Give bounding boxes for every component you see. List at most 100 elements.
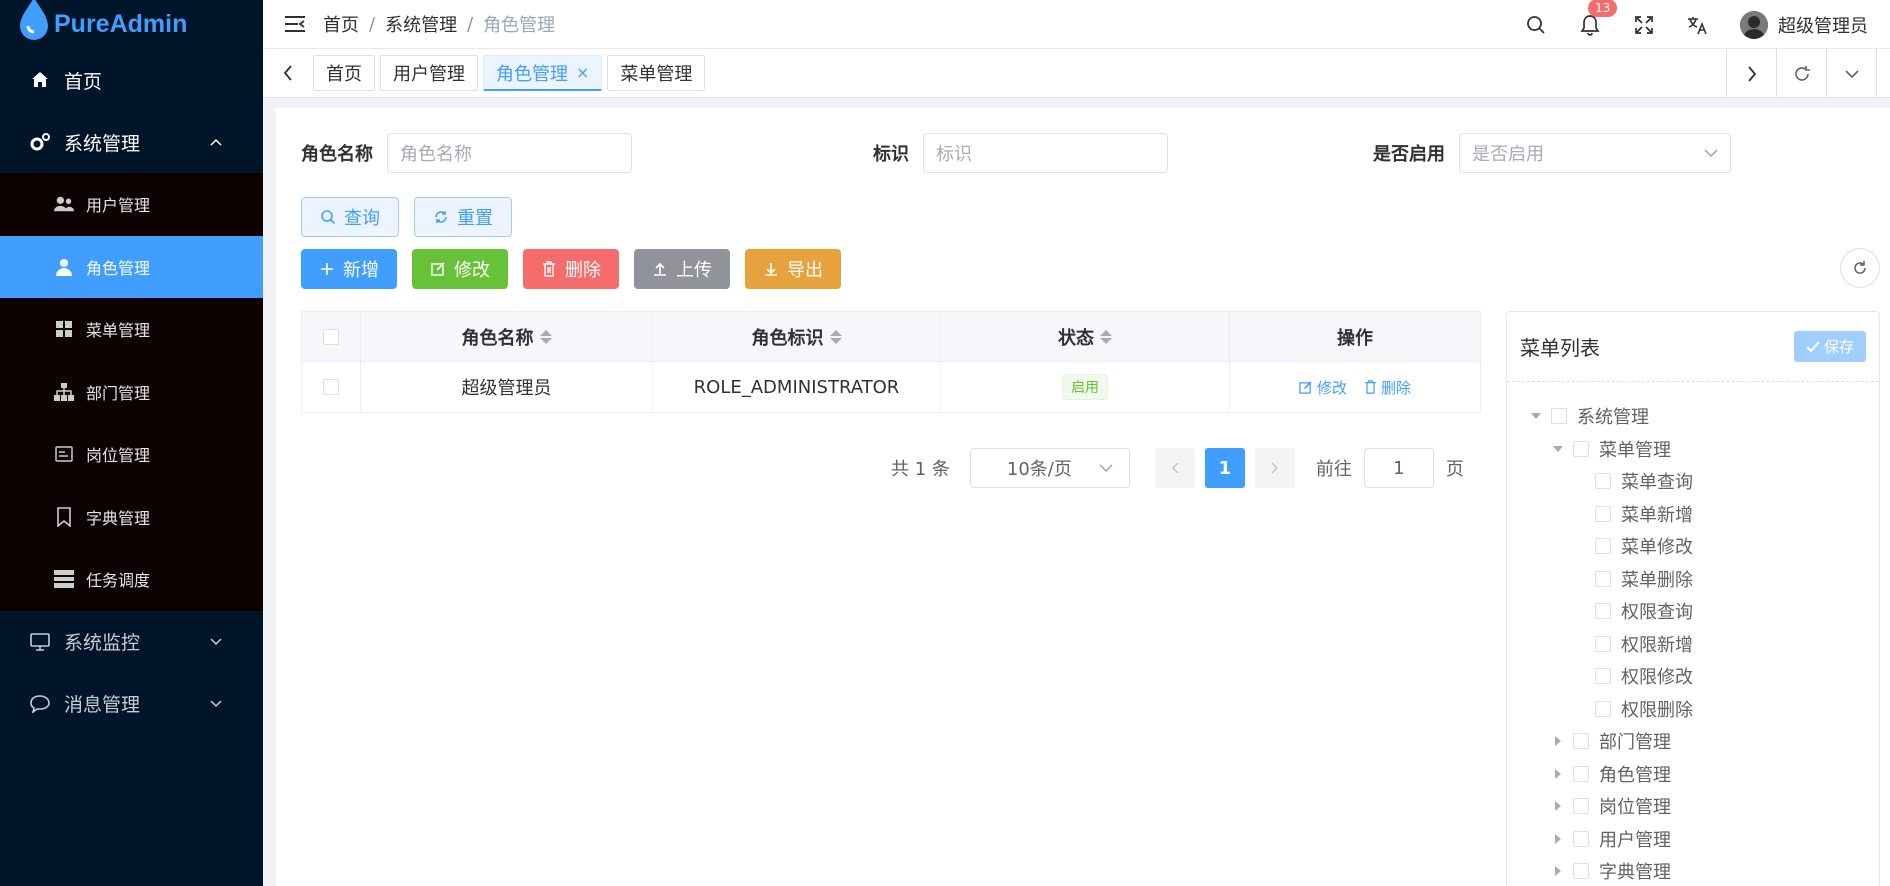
tree-node-checkbox[interactable] (1573, 440, 1589, 457)
breadcrumb-home[interactable]: 首页 (323, 11, 359, 37)
tree-node-checkbox[interactable] (1595, 635, 1611, 652)
tree-node-checkbox[interactable] (1595, 538, 1611, 555)
tree-node[interactable]: 部门管理 (1507, 725, 1879, 758)
page-size-select[interactable]: 10条/页 (969, 448, 1130, 488)
tree-node-checkbox[interactable] (1595, 505, 1611, 522)
delete-button[interactable]: 删除 (523, 249, 619, 289)
fullscreen-icon[interactable] (1632, 13, 1656, 37)
role-code-input[interactable]: 标识 (923, 133, 1168, 173)
header-role-name[interactable]: 角色名称 (361, 312, 653, 361)
save-button[interactable]: 保存 (1793, 331, 1866, 362)
sidebar-item-jobs[interactable]: 任务调度 (0, 548, 263, 611)
bell-icon[interactable]: 13 (1578, 0, 1618, 37)
menu-fold-icon[interactable] (283, 12, 307, 36)
refresh-tab-icon[interactable] (1776, 49, 1826, 98)
caret-down-icon[interactable] (1529, 409, 1543, 423)
sidebar-item-menus[interactable]: 菜单管理 (0, 298, 263, 361)
sort-icon[interactable] (1100, 329, 1112, 344)
page-number-current[interactable]: 1 (1204, 448, 1245, 488)
tree-node[interactable]: 菜单删除 (1507, 563, 1879, 596)
next-page-button[interactable] (1254, 448, 1295, 488)
search-button[interactable]: 查询 (301, 197, 399, 237)
translate-icon[interactable] (1686, 13, 1710, 37)
role-name-input[interactable]: 角色名称 (387, 133, 632, 173)
menu-message[interactable]: 消息管理 (0, 673, 263, 735)
tree-node[interactable]: 系统管理 (1507, 400, 1879, 433)
tree-node-checkbox[interactable] (1573, 733, 1589, 750)
edit-button-label: 修改 (454, 260, 490, 281)
search-icon[interactable] (1524, 13, 1548, 37)
app-name: PureAdmin (54, 10, 188, 38)
select-all-checkbox[interactable] (323, 328, 339, 345)
caret-down-icon[interactable] (1551, 442, 1565, 456)
sidebar-item-roles[interactable]: 角色管理 (0, 235, 263, 298)
tree-node-checkbox[interactable] (1595, 668, 1611, 685)
tags-overflow[interactable] (1876, 49, 1890, 98)
tree-node-checkbox[interactable] (1573, 830, 1589, 847)
tree-node[interactable]: 用户管理 (1507, 823, 1879, 856)
tab-roles[interactable]: 角色管理 × (483, 55, 603, 91)
menu-monitor[interactable]: 系统监控 (0, 611, 263, 673)
add-button[interactable]: 新增 (301, 249, 397, 289)
tree-node-checkbox[interactable] (1573, 798, 1589, 815)
tree-node[interactable]: 岗位管理 (1507, 790, 1879, 823)
menu-home-label: 首页 (64, 70, 103, 93)
sort-icon[interactable] (829, 329, 842, 344)
export-button[interactable]: 导出 (745, 249, 841, 289)
row-checkbox[interactable] (323, 379, 339, 395)
menu-home[interactable]: 首页 (0, 49, 263, 111)
tree-node[interactable]: 权限新增 (1507, 628, 1879, 661)
tab-home[interactable]: 首页 (313, 55, 375, 91)
username[interactable]: 超级管理员 (1778, 12, 1868, 38)
server-icon (54, 569, 74, 589)
reset-button[interactable]: 重置 (414, 197, 512, 237)
tree-node[interactable]: 菜单查询 (1507, 465, 1879, 498)
tree-node[interactable]: 菜单管理 (1507, 433, 1879, 466)
tree-node-checkbox[interactable] (1573, 765, 1589, 782)
tree-node-checkbox[interactable] (1595, 570, 1611, 587)
row-delete-link[interactable]: 删除 (1363, 377, 1411, 398)
tree-node[interactable]: 权限删除 (1507, 693, 1879, 726)
tree-node-checkbox[interactable] (1595, 473, 1611, 490)
sidebar-item-dict[interactable]: 字典管理 (0, 486, 263, 549)
tags-scroll-left[interactable] (263, 49, 313, 98)
tree-node[interactable]: 菜单新增 (1507, 498, 1879, 531)
breadcrumb-system[interactable]: 系统管理 (385, 11, 457, 37)
tree-node[interactable]: 菜单修改 (1507, 530, 1879, 563)
sidebar-item-users[interactable]: 用户管理 (0, 173, 263, 236)
table-refresh-button[interactable] (1840, 248, 1880, 288)
tree-node-checkbox[interactable] (1595, 700, 1611, 717)
tab-users[interactable]: 用户管理 (380, 55, 478, 91)
caret-right-icon[interactable] (1551, 767, 1565, 781)
row-edit-link[interactable]: 修改 (1299, 377, 1347, 398)
tree-node[interactable]: 字典管理 (1507, 855, 1879, 886)
sort-icon[interactable] (539, 329, 552, 344)
goto-page-input[interactable]: 1 (1363, 448, 1434, 488)
header-status[interactable]: 状态 (941, 312, 1230, 361)
caret-right-icon[interactable] (1551, 799, 1565, 813)
caret-right-icon[interactable] (1551, 864, 1565, 878)
tree-node-checkbox[interactable] (1573, 863, 1589, 880)
prev-page-button[interactable] (1154, 448, 1195, 488)
caret-right-icon[interactable] (1551, 832, 1565, 846)
tree-node[interactable]: 权限查询 (1507, 595, 1879, 628)
caret-right-icon[interactable] (1551, 734, 1565, 748)
avatar[interactable] (1740, 10, 1768, 39)
upload-button[interactable]: 上传 (634, 249, 730, 289)
tags-menu-chevron-icon[interactable] (1826, 49, 1876, 98)
enabled-select[interactable]: 是否启用 (1459, 133, 1731, 173)
tree-node-checkbox[interactable] (1595, 603, 1611, 620)
close-icon[interactable]: × (576, 63, 589, 82)
header-role-code[interactable]: 角色标识 (653, 312, 941, 361)
logo[interactable]: PureAdmin (0, 0, 263, 49)
tab-menus[interactable]: 菜单管理 (607, 55, 706, 91)
tree-node[interactable]: 角色管理 (1507, 758, 1879, 791)
menu-system[interactable]: 系统管理 (0, 111, 263, 173)
tree-node[interactable]: 权限修改 (1507, 660, 1879, 693)
edit-button[interactable]: 修改 (412, 249, 508, 289)
tree-node-checkbox[interactable] (1551, 408, 1567, 425)
sidebar-item-posts[interactable]: 岗位管理 (0, 423, 263, 486)
tags-scroll-right[interactable] (1726, 49, 1776, 98)
sidebar-item-depts[interactable]: 部门管理 (0, 361, 263, 424)
